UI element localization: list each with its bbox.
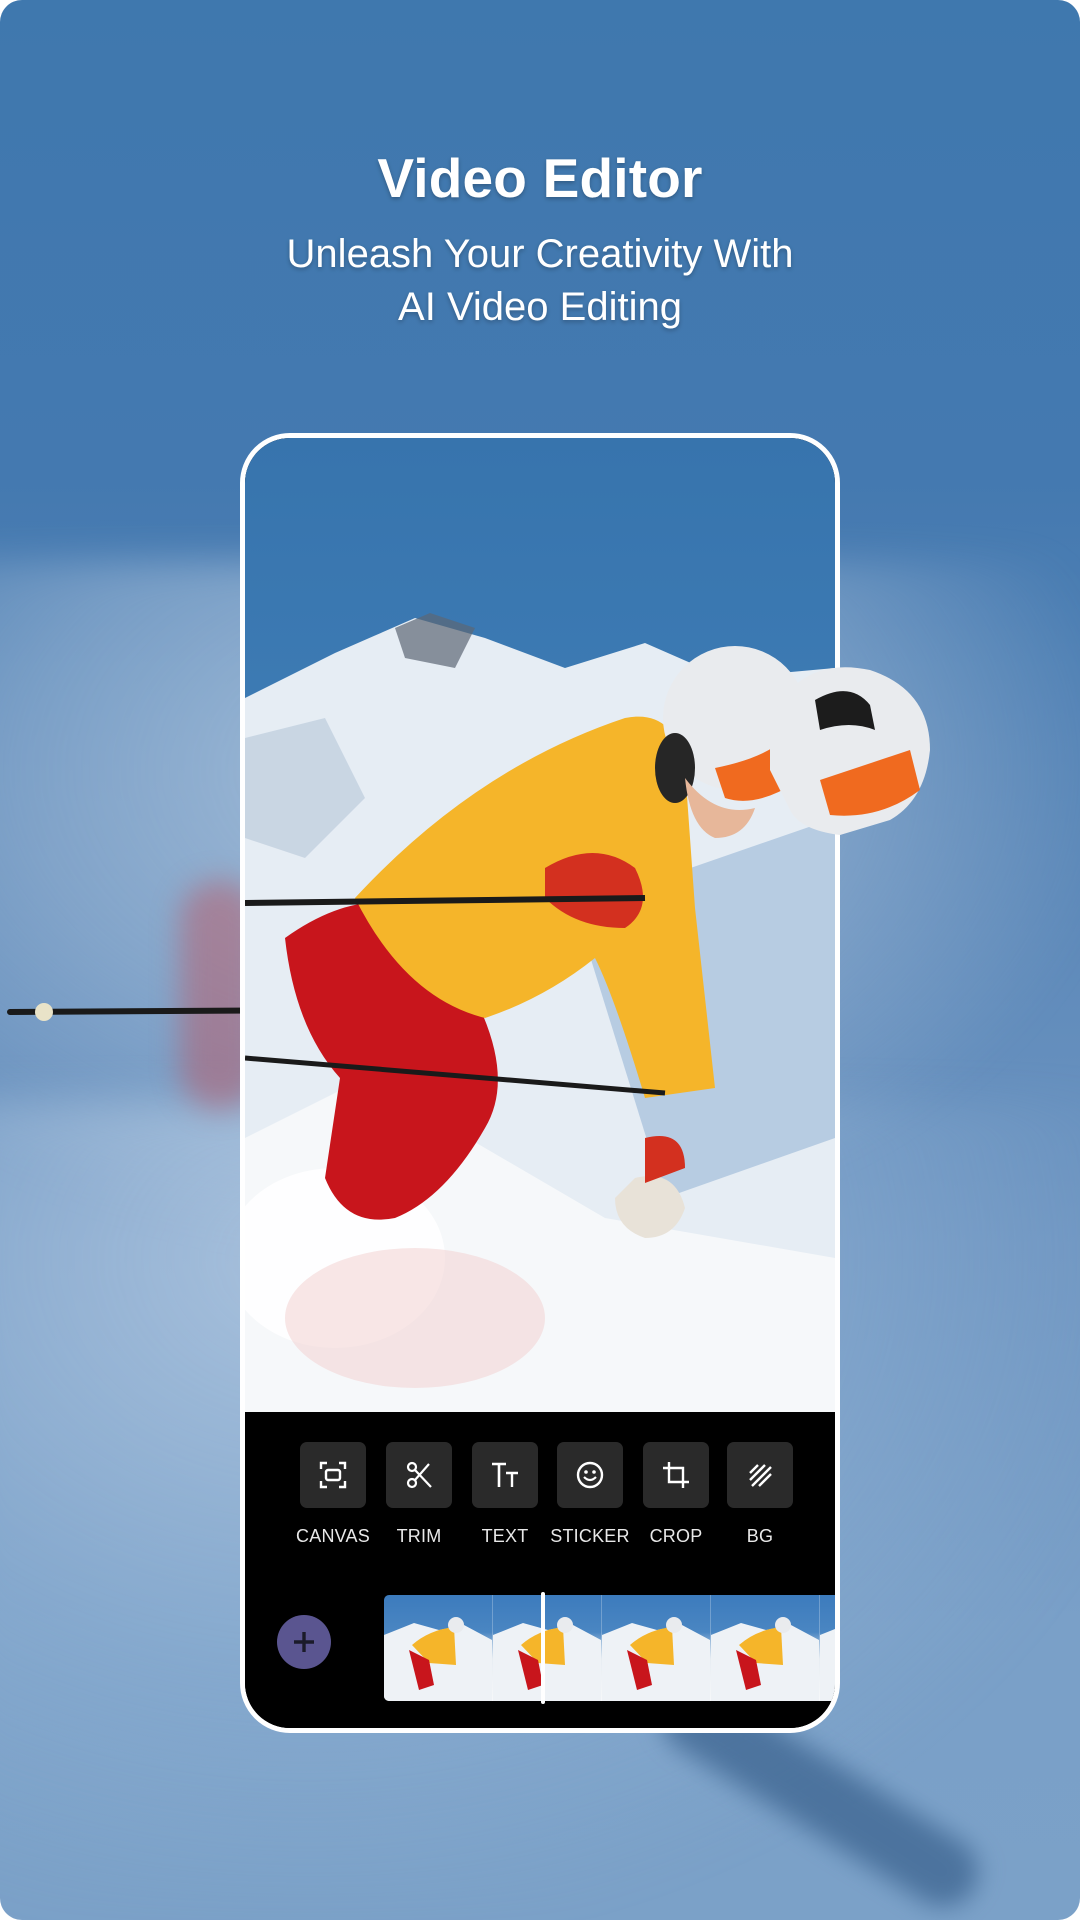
editor-toolbar: CANVAS TRIM TEXT STICKER CROP BG [245, 1412, 835, 1728]
tool-sticker[interactable]: STICKER [547, 1442, 633, 1547]
tool-canvas[interactable]: CANVAS [290, 1442, 376, 1547]
crop-button[interactable] [643, 1442, 709, 1508]
promo-screen: Video Editor Unleash Your Creativity Wit… [0, 0, 1080, 1920]
canvas-button[interactable] [300, 1442, 366, 1508]
clip-timeline[interactable] [384, 1595, 835, 1701]
background-pattern-icon [749, 1464, 772, 1487]
headline-title: Video Editor [377, 147, 703, 209]
bg-button[interactable] [727, 1442, 793, 1508]
crop-icon [663, 1462, 689, 1488]
tool-label: STICKER [550, 1526, 630, 1546]
scissors-icon [406, 1461, 432, 1489]
plus-icon [294, 1632, 314, 1652]
timeline-frame [711, 1595, 820, 1701]
phone-mockup: CANVAS TRIM TEXT STICKER CROP BG [240, 433, 840, 1733]
subtitle-line-2: AI Video Editing [398, 285, 682, 329]
tool-label: BG [746, 1526, 774, 1546]
tool-row: CANVAS TRIM TEXT STICKER CROP BG [245, 1442, 835, 1562]
tool-label: CANVAS [296, 1526, 370, 1546]
timeline-frame [602, 1595, 711, 1701]
text-button[interactable] [472, 1442, 538, 1508]
helmet-overflow [770, 667, 930, 835]
timeline-frame [820, 1595, 835, 1701]
timeline-frame [384, 1595, 493, 1701]
video-preview[interactable] [245, 438, 835, 1412]
tool-text[interactable]: TEXT [462, 1442, 548, 1547]
smiley-icon [576, 1461, 604, 1489]
tool-label: TRIM [396, 1526, 442, 1546]
canvas-icon [319, 1461, 347, 1489]
tool-label: TEXT [481, 1526, 529, 1546]
text-size-icon [492, 1462, 518, 1487]
timeline-frame [493, 1595, 602, 1701]
subtitle-line-1: Unleash Your Creativity With [286, 232, 794, 276]
tool-crop[interactable]: CROP [633, 1442, 719, 1547]
timeline-playhead[interactable] [541, 1592, 545, 1704]
tool-trim[interactable]: TRIM [376, 1442, 462, 1547]
headline-subtitle: Unleash Your Creativity With AI Video Ed… [0, 228, 1080, 334]
add-clip-button[interactable] [277, 1615, 331, 1669]
preview-illustration [245, 613, 835, 1412]
sticker-button[interactable] [557, 1442, 623, 1508]
trim-button[interactable] [386, 1442, 452, 1508]
tool-bg[interactable]: BG [717, 1442, 803, 1547]
tool-label: CROP [649, 1526, 703, 1546]
